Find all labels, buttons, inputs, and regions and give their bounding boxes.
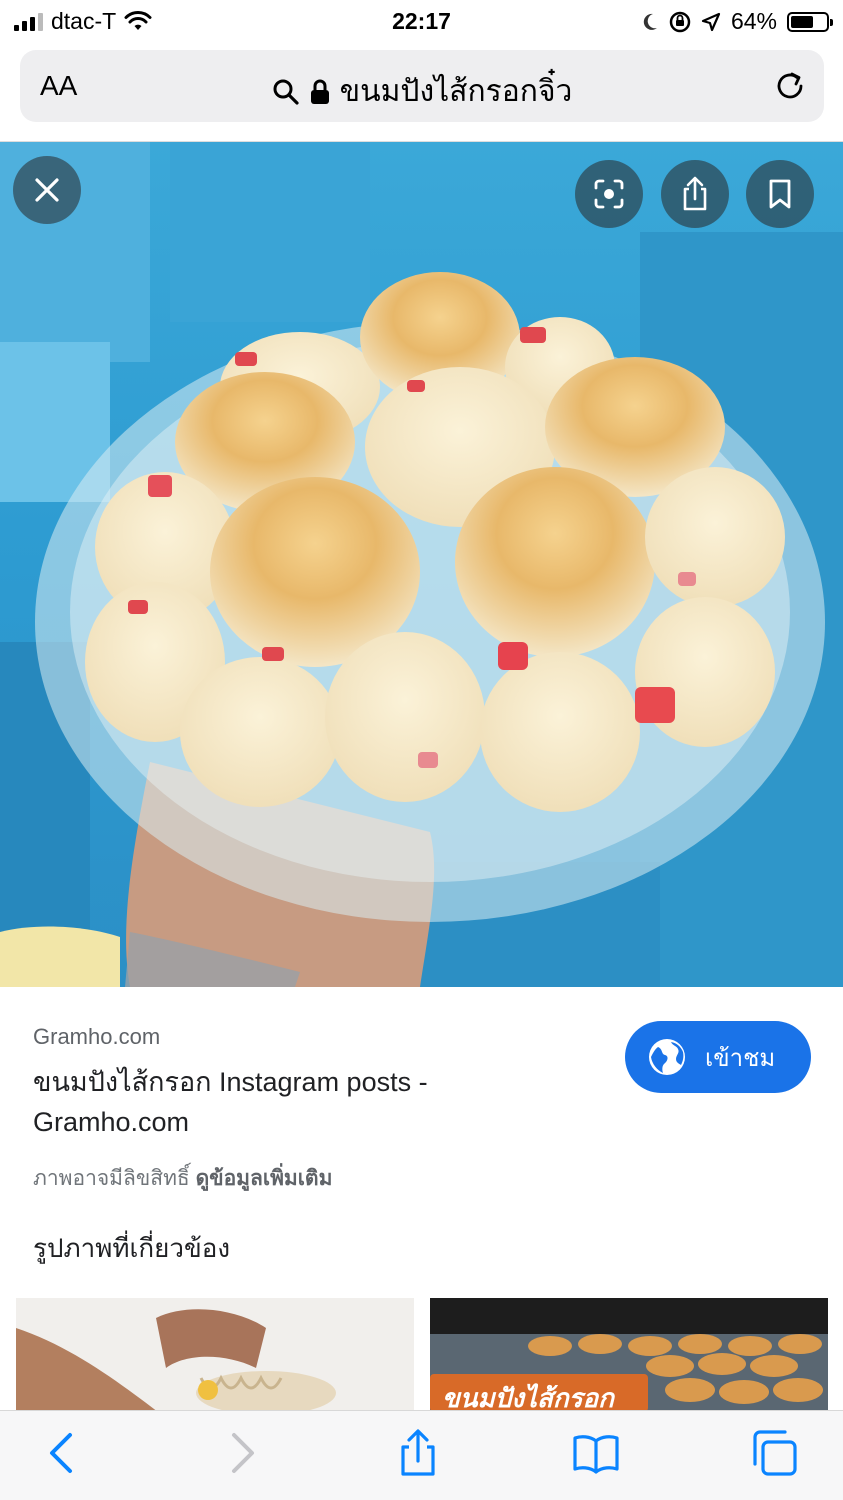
forward-icon[interactable] [216,1429,264,1477]
related-images-heading: รูปภาพที่เกี่ยวข้อง [33,1233,231,1263]
related-thumbnail[interactable] [16,1298,414,1418]
bookmark-icon [769,179,791,209]
search-icon [273,79,299,105]
globe-icon [649,1039,685,1075]
bookmark-button[interactable] [746,160,814,228]
bookmarks-icon[interactable] [572,1429,620,1477]
tabs-icon[interactable] [750,1429,798,1477]
address-text: ขนมปังไส้กรอกจิ๋ว [339,75,573,108]
share-button[interactable] [661,160,729,228]
copyright-notice: ภาพอาจมีลิขสิทธิ์ ดูข้อมูลเพิ่มเติม [33,1162,332,1195]
copyright-text: ภาพอาจมีลิขสิทธิ์ [33,1167,190,1190]
share-icon [683,176,707,211]
visit-button[interactable]: เข้าชม [625,1021,811,1093]
status-bar: dtac-T 22:17 64% [0,0,843,44]
battery-icon [787,11,833,32]
back-icon[interactable] [40,1429,88,1477]
bottom-toolbar [0,1410,843,1500]
source-domain: Gramho.com [33,1024,161,1049]
address-field[interactable]: ขนมปังไส้กรอกจิ๋ว [20,68,824,115]
close-button[interactable] [13,156,81,224]
battery-percent: 64% [730,8,777,34]
moon-icon [643,13,657,30]
result-title[interactable]: ขนมปังไส้กรอก Instagram posts - Gramho.c… [33,1062,553,1142]
related-thumbnail[interactable]: ขนมปังไส้กรอก [430,1298,828,1418]
battery-fill [791,15,813,28]
orientation-lock-icon [669,11,691,32]
close-icon [35,178,59,202]
lens-button[interactable] [575,160,643,228]
result-image[interactable] [0,142,843,987]
share-icon[interactable] [394,1429,442,1477]
reload-icon[interactable] [772,68,808,104]
bread-tray-photo [0,272,825,987]
safari-page: dtac-T 22:17 64% AA ขนมปังไส้กรอกจิ๋ว Gr… [0,0,843,1500]
more-info-link[interactable]: ดูข้อมูลเพิ่มเติม [196,1167,333,1190]
lens-icon [594,179,624,209]
lock-icon [310,79,329,104]
visit-label: เข้าชม [705,1044,776,1072]
thumbnail-image [16,1298,414,1418]
address-bar[interactable]: AA ขนมปังไส้กรอกจิ๋ว [20,50,824,122]
location-icon [701,12,721,31]
